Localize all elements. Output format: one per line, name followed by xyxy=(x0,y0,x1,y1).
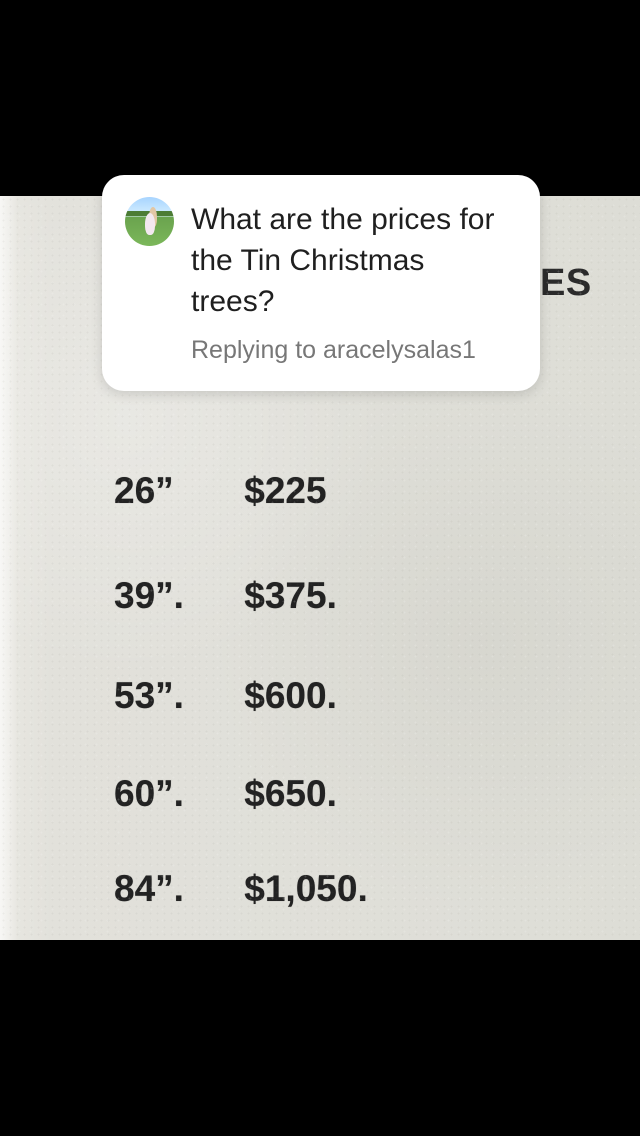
tree-price: $600. xyxy=(244,675,337,716)
header-fragment: ES xyxy=(540,262,592,304)
tree-size: 60”. xyxy=(114,773,184,814)
screen: { "photo": { "header_fragment": "ES", "r… xyxy=(0,0,640,1136)
price-row: 26” $225 xyxy=(114,466,327,516)
tree-size: 39”. xyxy=(114,575,184,616)
price-row: 53”. $600. xyxy=(114,671,337,721)
tree-price: $375. xyxy=(244,575,337,616)
tree-price: $1,050. xyxy=(244,868,368,909)
replying-to-label: Replying to aracelysalas1 xyxy=(191,336,476,364)
price-row: 60”. $650. xyxy=(114,769,337,819)
price-row: 39”. $375. xyxy=(114,571,337,621)
tree-size: 84”. xyxy=(114,868,184,909)
tree-size: 26” xyxy=(114,470,174,511)
commenter-avatar xyxy=(125,197,174,246)
tree-price: $650. xyxy=(244,773,337,814)
comment-reply-card[interactable]: What are the prices for the Tin Christma… xyxy=(102,175,540,391)
tree-price: $225 xyxy=(244,470,327,511)
tree-size: 53”. xyxy=(114,675,184,716)
comment-question: What are the prices for the Tin Christma… xyxy=(191,203,495,318)
price-row: 84”. $1,050. xyxy=(114,864,368,914)
